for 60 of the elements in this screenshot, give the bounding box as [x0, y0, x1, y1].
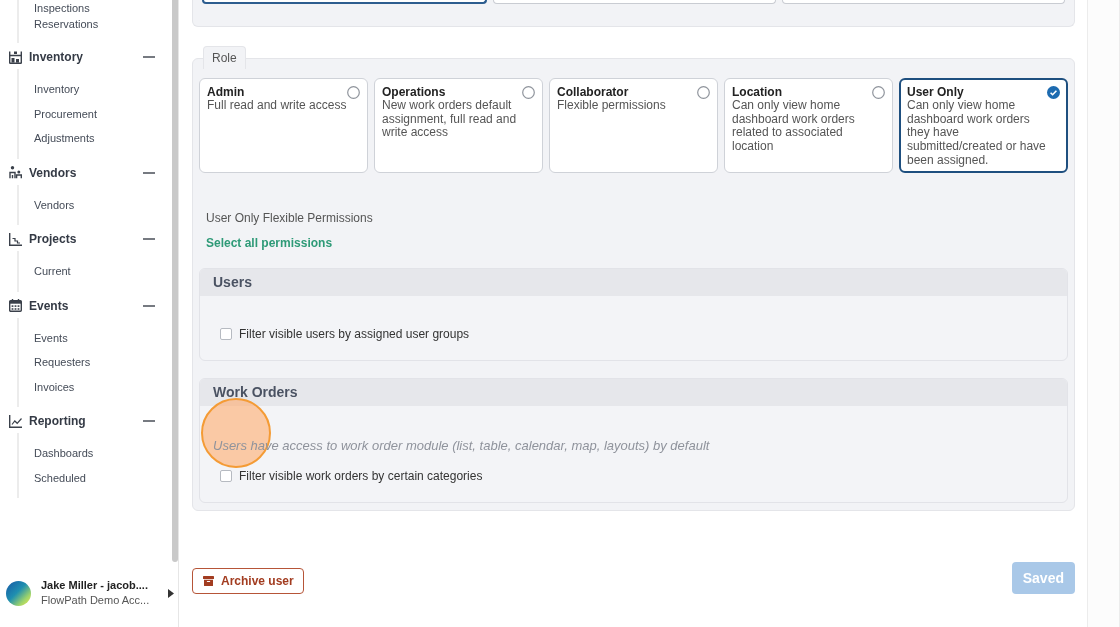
archive-icon [203, 576, 214, 586]
sidebar-item[interactable]: Events [19, 325, 172, 350]
checkbox-label[interactable]: Filter visible work orders by certain categories [239, 469, 483, 483]
role-title: Admin [207, 85, 245, 99]
role-description: New work orders default assignment, full read and write access [382, 99, 518, 141]
sidebar-section[interactable]: Projects [8, 227, 172, 251]
sidebar-item[interactable]: Current [19, 259, 172, 284]
sidebar-section[interactable]: Inventory [8, 45, 172, 69]
step-chart-icon [9, 232, 22, 246]
radio-button[interactable] [522, 86, 535, 99]
minus-icon[interactable] [143, 304, 155, 307]
radio-button[interactable] [697, 86, 710, 99]
calendar-icon [9, 299, 22, 312]
role-card[interactable]: User Only Can only view home dashboard work orders they have submitted/created or have been assigned. [899, 78, 1068, 173]
sidebar-item[interactable]: Vendors [19, 192, 172, 217]
caret-icon[interactable] [168, 588, 174, 598]
radio-button[interactable] [872, 86, 885, 99]
checkbox[interactable] [220, 328, 232, 340]
radio-button[interactable] [1047, 86, 1060, 99]
sidebar-item[interactable]: Invoices [19, 374, 172, 399]
sidebar-item[interactable]: Inventory [19, 77, 172, 102]
archive-user-button[interactable]: Archive user [192, 568, 304, 594]
role-title: Collaborator [557, 85, 629, 99]
checkbox-label[interactable]: Filter visible users by assigned user groups [239, 327, 470, 341]
scrollbar-thumb[interactable] [172, 0, 178, 562]
role-description: Full read and write access [207, 99, 348, 113]
role-card[interactable]: Operations New work orders default assignment, full read and write access [374, 78, 543, 173]
section-header: Work Orders [200, 379, 1067, 406]
role-card[interactable]: Admin Full read and write access [199, 78, 368, 173]
sidebar-item[interactable]: Scheduled [19, 465, 172, 490]
section-header: Users [200, 269, 1067, 296]
role-title: Location [732, 85, 782, 99]
sidebar-item[interactable]: Requesters [19, 350, 172, 375]
checkbox[interactable] [220, 470, 232, 482]
role-card[interactable]: Location Can only view home dashboard work orders related to associated location [724, 78, 893, 173]
role-title: Operations [382, 85, 446, 99]
sidebar-item[interactable]: Inspections [19, 0, 172, 16]
input-field[interactable] [202, 0, 487, 4]
minus-icon[interactable] [143, 171, 155, 174]
radio-button[interactable] [347, 86, 360, 99]
sidebar-item[interactable]: Reservations [19, 16, 172, 32]
user-name: Jake Miller - jacob.... [41, 578, 149, 593]
role-title: User Only [907, 85, 964, 99]
role-description: Flexible permissions [557, 99, 667, 113]
account-name: FlowPath Demo Acc... [41, 593, 151, 608]
permissions-heading: User Only Flexible Permissions [206, 211, 374, 225]
role-legend: Role [203, 46, 246, 69]
sidebar-section[interactable]: Reporting [8, 409, 172, 433]
sidebar-item[interactable]: Adjustments [19, 126, 172, 151]
avatar [6, 580, 31, 606]
role-description: Can only view home dashboard work orders they have submitted/created or have been assigned. [907, 99, 1047, 168]
shelf-icon [9, 50, 22, 64]
people-icon [9, 166, 22, 179]
sidebar-section[interactable]: Events [8, 293, 172, 318]
role-card[interactable]: Collaborator Flexible permissions [549, 78, 718, 173]
sidebar-item[interactable]: Dashboards [19, 441, 172, 466]
line-chart-icon [9, 414, 22, 428]
sidebar-section[interactable]: Vendors [8, 160, 172, 185]
role-description: Can only view home dashboard work orders related to associated location [732, 99, 856, 154]
sidebar-item[interactable]: Procurement [19, 101, 172, 126]
